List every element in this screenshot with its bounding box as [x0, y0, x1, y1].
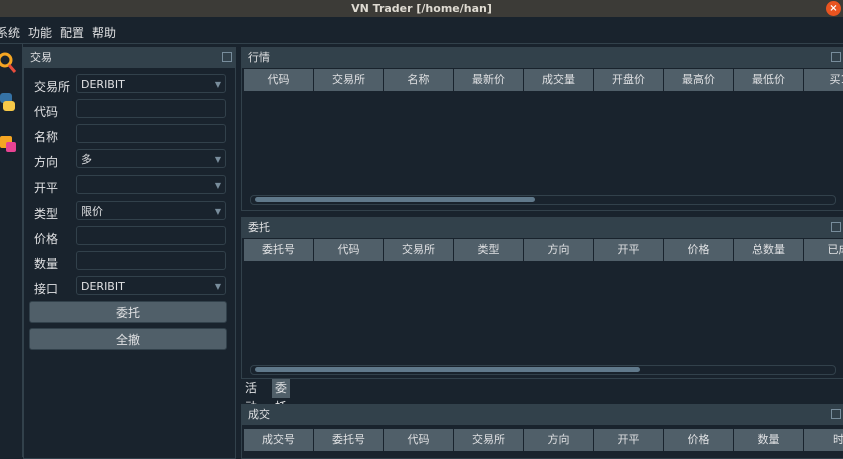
column-header[interactable]: 买1: [804, 69, 843, 91]
trade-panel: 交易 交易所 DERIBIT ▼ 代码 名称 方向 多 ▼ 开平 ▼ 类型 限价…: [23, 47, 236, 459]
column-header[interactable]: 交易所: [314, 69, 384, 91]
order-panel: 委托 委托号 代码 交易所 类型 方向 开平 价格 总数量 已成: [241, 217, 843, 379]
direction-select[interactable]: 多 ▼: [76, 149, 226, 168]
column-header[interactable]: 代码: [384, 429, 454, 451]
cancel-all-button[interactable]: 全撤: [29, 328, 227, 350]
window-title: VN Trader [/home/han]: [351, 2, 492, 15]
close-icon: ×: [829, 3, 838, 14]
order-table-header: 委托号 代码 交易所 类型 方向 开平 价格 总数量 已成: [244, 239, 843, 261]
trade-panel-title-bar: 交易: [24, 48, 235, 68]
volume-label: 数量: [34, 257, 59, 271]
symbol-label: 代码: [34, 105, 59, 119]
order-table-body: [244, 262, 843, 362]
chevron-down-icon: ▼: [214, 282, 221, 291]
price-label: 价格: [34, 232, 59, 246]
order-panel-title-bar: 委托: [242, 218, 843, 238]
chevron-down-icon: ▼: [214, 155, 221, 164]
column-header[interactable]: 类型: [454, 239, 524, 261]
tick-panel-title: 行情: [248, 51, 270, 64]
trade-panel-title: 交易: [30, 51, 52, 64]
float-icon[interactable]: [831, 222, 841, 232]
chevron-down-icon: ▼: [214, 80, 221, 89]
column-header[interactable]: 开平: [594, 429, 664, 451]
scroll-handle[interactable]: [255, 367, 641, 372]
column-header[interactable]: 方向: [524, 429, 594, 451]
window-title-bar: VN Trader [/home/han] ×: [0, 0, 843, 17]
name-input[interactable]: [76, 124, 226, 143]
chevron-down-icon: ▼: [214, 181, 221, 190]
volume-input[interactable]: [76, 251, 226, 270]
gateway-select[interactable]: DERIBIT ▼: [76, 276, 226, 295]
menu-bar: 系统 功能 配置 帮助: [0, 17, 843, 44]
price-input[interactable]: [76, 226, 226, 245]
offset-select[interactable]: ▼: [76, 175, 226, 194]
column-header[interactable]: 最低价: [734, 69, 804, 91]
float-icon[interactable]: [831, 52, 841, 62]
column-header[interactable]: 交易所: [384, 239, 454, 261]
float-icon[interactable]: [222, 52, 232, 62]
search-icon[interactable]: [0, 48, 22, 78]
scroll-handle[interactable]: [255, 197, 536, 202]
trade-history-table-header: 成交号 委托号 代码 交易所 方向 开平 价格 数量 时: [244, 429, 843, 451]
column-header[interactable]: 委托号: [314, 429, 384, 451]
column-header[interactable]: 委托号: [244, 239, 314, 261]
trade-history-title: 成交: [248, 408, 270, 421]
column-header[interactable]: 成交量: [524, 69, 594, 91]
gateway-value: DERIBIT: [81, 280, 125, 293]
column-header[interactable]: 最高价: [664, 69, 734, 91]
type-label: 类型: [34, 207, 59, 221]
send-order-button[interactable]: 委托: [29, 301, 227, 323]
exchange-value: DERIBIT: [81, 78, 125, 91]
menu-help[interactable]: 帮助: [92, 24, 116, 41]
column-header[interactable]: 代码: [244, 69, 314, 91]
column-header[interactable]: 成交号: [244, 429, 314, 451]
tab-orders[interactable]: 委托: [272, 379, 291, 414]
exchange-select[interactable]: DERIBIT ▼: [76, 74, 226, 93]
tick-table-header: 代码 交易所 名称 最新价 成交量 开盘价 最高价 最低价 买1: [244, 69, 843, 91]
type-value: 限价: [81, 205, 103, 218]
column-header[interactable]: 时: [804, 429, 843, 451]
exchange-label: 交易所: [34, 80, 71, 94]
horizontal-scrollbar[interactable]: [250, 195, 836, 205]
tick-panel-title-bar: 行情: [242, 48, 843, 68]
column-header[interactable]: 代码: [314, 239, 384, 261]
close-button[interactable]: ×: [826, 1, 841, 16]
left-toolbar: [0, 44, 23, 457]
direction-value: 多: [81, 153, 92, 166]
column-header[interactable]: 开盘价: [594, 69, 664, 91]
gateway-label: 接口: [34, 282, 59, 296]
menu-functions[interactable]: 功能: [28, 24, 52, 41]
menu-system[interactable]: 系统: [0, 24, 20, 41]
trade-history-panel: 成交 成交号 委托号 代码 交易所 方向 开平 价格 数量 时: [241, 404, 843, 459]
python-icon[interactable]: [0, 88, 22, 118]
type-select[interactable]: 限价 ▼: [76, 201, 226, 220]
column-header[interactable]: 数量: [734, 429, 804, 451]
column-header[interactable]: 总数量: [734, 239, 804, 261]
column-header[interactable]: 交易所: [454, 429, 524, 451]
column-header[interactable]: 方向: [524, 239, 594, 261]
chevron-down-icon: ▼: [214, 207, 221, 216]
symbol-input[interactable]: [76, 99, 226, 118]
column-header[interactable]: 开平: [594, 239, 664, 261]
tick-table-body: [244, 92, 843, 190]
column-header[interactable]: 名称: [384, 69, 454, 91]
name-label: 名称: [34, 130, 59, 144]
chat-icon[interactable]: [0, 130, 22, 160]
horizontal-scrollbar[interactable]: [250, 365, 836, 375]
tick-panel: 行情 代码 交易所 名称 最新价 成交量 开盘价 最高价 最低价 买1: [241, 47, 843, 211]
column-header[interactable]: 价格: [664, 239, 734, 261]
tab-active[interactable]: 活动: [242, 379, 260, 414]
column-header[interactable]: 最新价: [454, 69, 524, 91]
order-panel-title: 委托: [248, 221, 270, 234]
column-header[interactable]: 价格: [664, 429, 734, 451]
trade-history-title-bar: 成交: [242, 405, 843, 425]
direction-label: 方向: [34, 155, 59, 169]
float-icon[interactable]: [831, 409, 841, 419]
menu-config[interactable]: 配置: [60, 24, 84, 41]
offset-label: 开平: [34, 181, 59, 195]
column-header[interactable]: 已成: [804, 239, 843, 261]
